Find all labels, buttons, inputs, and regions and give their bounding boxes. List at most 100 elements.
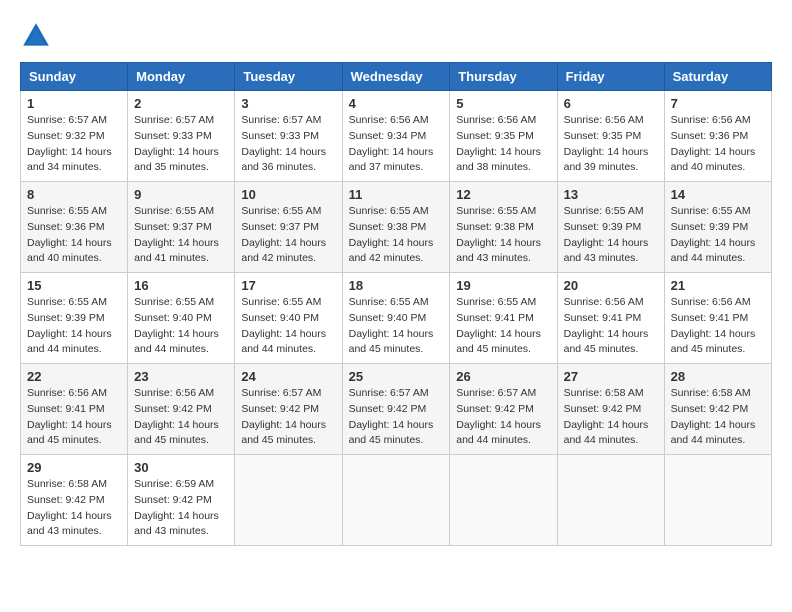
- day-info: Sunrise: 6:57 AMSunset: 9:42 PMDaylight:…: [241, 386, 335, 449]
- day-info: Sunrise: 6:55 AMSunset: 9:38 PMDaylight:…: [349, 204, 444, 267]
- day-info: Sunrise: 6:56 AMSunset: 9:34 PMDaylight:…: [349, 113, 444, 176]
- logo: [20, 20, 56, 52]
- day-info: Sunrise: 6:57 AMSunset: 9:32 PMDaylight:…: [27, 113, 121, 176]
- calendar-day-cell: 27 Sunrise: 6:58 AMSunset: 9:42 PMDayligh…: [557, 364, 664, 455]
- calendar-day-cell: [450, 455, 557, 546]
- calendar-weekday-header: Thursday: [450, 63, 557, 91]
- day-number: 19: [456, 278, 550, 293]
- calendar-day-cell: 22 Sunrise: 6:56 AMSunset: 9:41 PMDayligh…: [21, 364, 128, 455]
- day-number: 17: [241, 278, 335, 293]
- day-number: 26: [456, 369, 550, 384]
- day-number: 2: [134, 96, 228, 111]
- day-number: 22: [27, 369, 121, 384]
- day-number: 30: [134, 460, 228, 475]
- day-info: Sunrise: 6:55 AMSunset: 9:40 PMDaylight:…: [241, 295, 335, 358]
- day-info: Sunrise: 6:56 AMSunset: 9:41 PMDaylight:…: [27, 386, 121, 449]
- day-info: Sunrise: 6:55 AMSunset: 9:38 PMDaylight:…: [456, 204, 550, 267]
- day-info: Sunrise: 6:55 AMSunset: 9:40 PMDaylight:…: [349, 295, 444, 358]
- day-number: 6: [564, 96, 658, 111]
- calendar-day-cell: 25 Sunrise: 6:57 AMSunset: 9:42 PMDayligh…: [342, 364, 450, 455]
- day-info: Sunrise: 6:55 AMSunset: 9:37 PMDaylight:…: [134, 204, 228, 267]
- day-number: 21: [671, 278, 765, 293]
- day-number: 4: [349, 96, 444, 111]
- calendar-day-cell: 26 Sunrise: 6:57 AMSunset: 9:42 PMDayligh…: [450, 364, 557, 455]
- day-number: 12: [456, 187, 550, 202]
- calendar-day-cell: [664, 455, 771, 546]
- day-info: Sunrise: 6:57 AMSunset: 9:33 PMDaylight:…: [241, 113, 335, 176]
- day-number: 24: [241, 369, 335, 384]
- calendar-day-cell: 11Sunrise: 6:55 AMSunset: 9:38 PMDayligh…: [342, 182, 450, 273]
- day-number: 20: [564, 278, 658, 293]
- calendar-day-cell: 24 Sunrise: 6:57 AMSunset: 9:42 PMDayligh…: [235, 364, 342, 455]
- day-info: Sunrise: 6:57 AMSunset: 9:42 PMDaylight:…: [456, 386, 550, 449]
- day-info: Sunrise: 6:55 AMSunset: 9:40 PMDaylight:…: [134, 295, 228, 358]
- day-number: 13: [564, 187, 658, 202]
- day-number: 10: [241, 187, 335, 202]
- day-info: Sunrise: 6:55 AMSunset: 9:39 PMDaylight:…: [27, 295, 121, 358]
- day-info: Sunrise: 6:56 AMSunset: 9:41 PMDaylight:…: [671, 295, 765, 358]
- calendar-week-row: 29 Sunrise: 6:58 AMSunset: 9:42 PMDayligh…: [21, 455, 772, 546]
- day-info: Sunrise: 6:55 AMSunset: 9:41 PMDaylight:…: [456, 295, 550, 358]
- calendar-day-cell: 30 Sunrise: 6:59 AMSunset: 9:42 PMDayligh…: [128, 455, 235, 546]
- calendar-day-cell: 6 Sunrise: 6:56 AMSunset: 9:35 PMDaylight…: [557, 91, 664, 182]
- calendar-day-cell: 2 Sunrise: 6:57 AMSunset: 9:33 PMDaylight…: [128, 91, 235, 182]
- day-number: 25: [349, 369, 444, 384]
- day-info: Sunrise: 6:59 AMSunset: 9:42 PMDaylight:…: [134, 477, 228, 540]
- calendar-day-cell: 9 Sunrise: 6:55 AMSunset: 9:37 PMDaylight…: [128, 182, 235, 273]
- day-info: Sunrise: 6:56 AMSunset: 9:35 PMDaylight:…: [564, 113, 658, 176]
- calendar-weekday-header: Friday: [557, 63, 664, 91]
- calendar-weekday-header: Monday: [128, 63, 235, 91]
- day-info: Sunrise: 6:57 AMSunset: 9:42 PMDaylight:…: [349, 386, 444, 449]
- calendar-day-cell: 23 Sunrise: 6:56 AMSunset: 9:42 PMDayligh…: [128, 364, 235, 455]
- day-number: 16: [134, 278, 228, 293]
- calendar-day-cell: 21 Sunrise: 6:56 AMSunset: 9:41 PMDayligh…: [664, 273, 771, 364]
- calendar-weekday-header: Wednesday: [342, 63, 450, 91]
- calendar-day-cell: [342, 455, 450, 546]
- day-number: 5: [456, 96, 550, 111]
- calendar-day-cell: 19 Sunrise: 6:55 AMSunset: 9:41 PMDayligh…: [450, 273, 557, 364]
- day-info: Sunrise: 6:58 AMSunset: 9:42 PMDaylight:…: [564, 386, 658, 449]
- calendar-day-cell: 12 Sunrise: 6:55 AMSunset: 9:38 PMDayligh…: [450, 182, 557, 273]
- calendar-day-cell: 20 Sunrise: 6:56 AMSunset: 9:41 PMDayligh…: [557, 273, 664, 364]
- day-info: Sunrise: 6:57 AMSunset: 9:33 PMDaylight:…: [134, 113, 228, 176]
- day-number: 1: [27, 96, 121, 111]
- day-info: Sunrise: 6:55 AMSunset: 9:39 PMDaylight:…: [671, 204, 765, 267]
- calendar-weekday-header: Saturday: [664, 63, 771, 91]
- calendar-day-cell: 7Sunrise: 6:56 AMSunset: 9:36 PMDaylight…: [664, 91, 771, 182]
- day-number: 15: [27, 278, 121, 293]
- calendar-week-row: 22 Sunrise: 6:56 AMSunset: 9:41 PMDayligh…: [21, 364, 772, 455]
- calendar-week-row: 1 Sunrise: 6:57 AMSunset: 9:32 PMDaylight…: [21, 91, 772, 182]
- calendar-day-cell: 29 Sunrise: 6:58 AMSunset: 9:42 PMDayligh…: [21, 455, 128, 546]
- calendar-day-cell: 15 Sunrise: 6:55 AMSunset: 9:39 PMDayligh…: [21, 273, 128, 364]
- calendar-weekday-header: Sunday: [21, 63, 128, 91]
- calendar-header-row: SundayMondayTuesdayWednesdayThursdayFrid…: [21, 63, 772, 91]
- calendar-day-cell: 3Sunrise: 6:57 AMSunset: 9:33 PMDaylight…: [235, 91, 342, 182]
- day-info: Sunrise: 6:56 AMSunset: 9:41 PMDaylight:…: [564, 295, 658, 358]
- calendar-week-row: 15 Sunrise: 6:55 AMSunset: 9:39 PMDayligh…: [21, 273, 772, 364]
- day-info: Sunrise: 6:56 AMSunset: 9:42 PMDaylight:…: [134, 386, 228, 449]
- day-number: 27: [564, 369, 658, 384]
- day-info: Sunrise: 6:55 AMSunset: 9:37 PMDaylight:…: [241, 204, 335, 267]
- day-info: Sunrise: 6:55 AMSunset: 9:36 PMDaylight:…: [27, 204, 121, 267]
- calendar-day-cell: 10 Sunrise: 6:55 AMSunset: 9:37 PMDayligh…: [235, 182, 342, 273]
- calendar-weekday-header: Tuesday: [235, 63, 342, 91]
- day-number: 18: [349, 278, 444, 293]
- day-info: Sunrise: 6:58 AMSunset: 9:42 PMDaylight:…: [27, 477, 121, 540]
- calendar-day-cell: 18 Sunrise: 6:55 AMSunset: 9:40 PMDayligh…: [342, 273, 450, 364]
- calendar-day-cell: 14 Sunrise: 6:55 AMSunset: 9:39 PMDayligh…: [664, 182, 771, 273]
- calendar-day-cell: 8 Sunrise: 6:55 AMSunset: 9:36 PMDaylight…: [21, 182, 128, 273]
- calendar-day-cell: 13Sunrise: 6:55 AMSunset: 9:39 PMDayligh…: [557, 182, 664, 273]
- calendar-table: SundayMondayTuesdayWednesdayThursdayFrid…: [20, 62, 772, 546]
- calendar-day-cell: 16 Sunrise: 6:55 AMSunset: 9:40 PMDayligh…: [128, 273, 235, 364]
- calendar-day-cell: [235, 455, 342, 546]
- day-info: Sunrise: 6:56 AMSunset: 9:35 PMDaylight:…: [456, 113, 550, 176]
- day-number: 8: [27, 187, 121, 202]
- day-number: 14: [671, 187, 765, 202]
- calendar-day-cell: [557, 455, 664, 546]
- calendar-day-cell: 4 Sunrise: 6:56 AMSunset: 9:34 PMDaylight…: [342, 91, 450, 182]
- day-number: 9: [134, 187, 228, 202]
- day-number: 29: [27, 460, 121, 475]
- calendar-day-cell: 1 Sunrise: 6:57 AMSunset: 9:32 PMDaylight…: [21, 91, 128, 182]
- day-number: 23: [134, 369, 228, 384]
- day-number: 28: [671, 369, 765, 384]
